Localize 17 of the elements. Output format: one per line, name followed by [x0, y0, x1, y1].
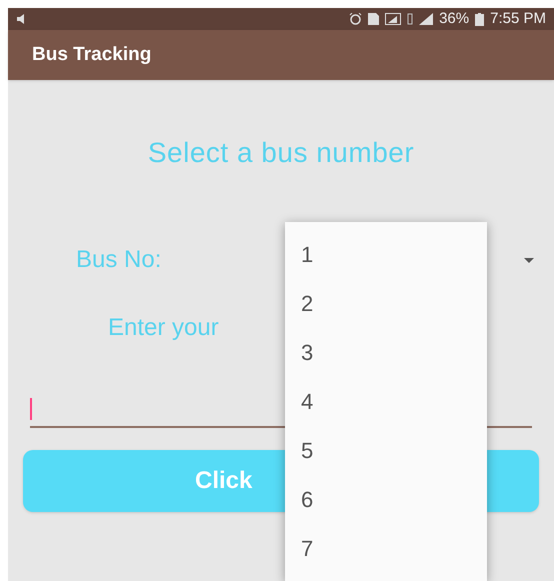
dropdown-arrow-icon [524, 258, 534, 262]
dropdown-option[interactable]: 3 [285, 328, 487, 377]
dropdown-option[interactable]: 7 [285, 524, 487, 573]
alarm-icon [349, 13, 362, 25]
clock-time: 7:55 PM [490, 8, 546, 29]
prompt-text: Enter your [108, 314, 219, 341]
image-icon [385, 13, 402, 25]
bus-label: Bus No: [76, 245, 162, 275]
dropdown-option[interactable]: 1 [285, 230, 487, 279]
sim-icon [368, 13, 380, 25]
battery-percent: 36% [439, 8, 470, 29]
signal-icon [419, 13, 434, 25]
dropdown-option[interactable]: 2 [285, 279, 487, 328]
dropdown-option[interactable]: 4 [285, 377, 487, 426]
battery-icon [475, 12, 484, 26]
app-title: Bus Tracking [32, 42, 152, 67]
heading: Select a bus number [148, 136, 414, 170]
